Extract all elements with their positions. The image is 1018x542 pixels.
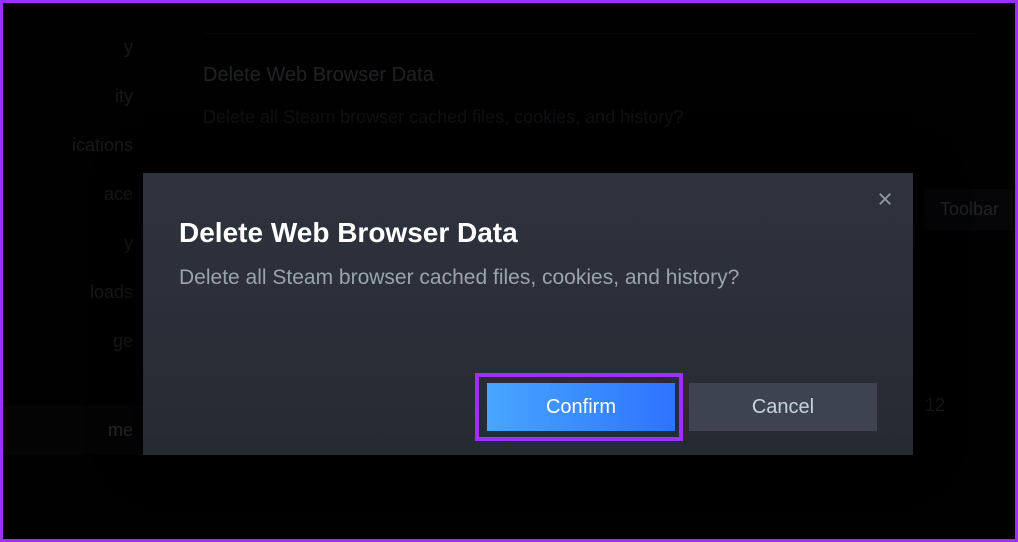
confirm-button[interactable]: Confirm [487, 383, 675, 431]
delete-browser-data-dialog: Delete Web Browser Data Delete all Steam… [143, 173, 913, 455]
dialog-content: Delete Web Browser Data Delete all Steam… [143, 173, 913, 292]
cancel-button[interactable]: Cancel [689, 383, 877, 431]
dialog-title: Delete Web Browser Data [179, 217, 877, 249]
close-icon [876, 190, 894, 213]
dialog-description: Delete all Steam browser cached files, c… [179, 263, 877, 292]
close-button[interactable] [873, 189, 897, 213]
dialog-button-row: Confirm Cancel [487, 383, 877, 431]
